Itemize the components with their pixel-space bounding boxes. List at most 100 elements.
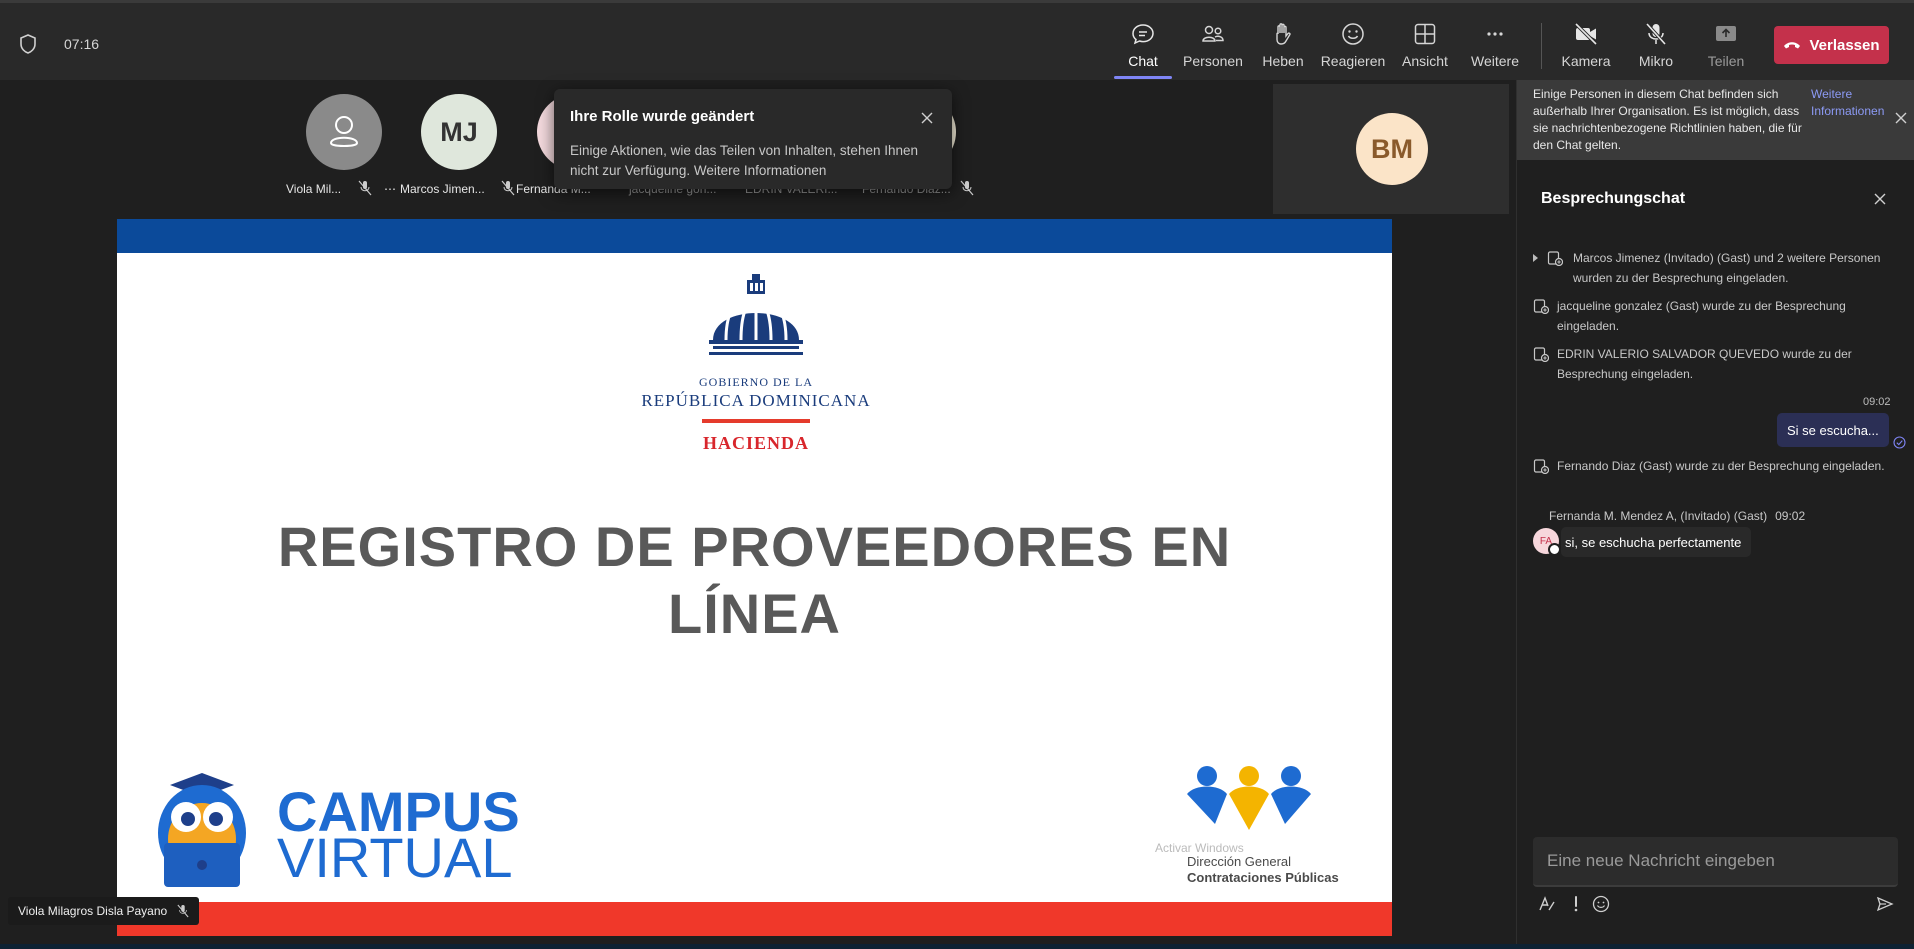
close-icon[interactable] <box>1895 112 1907 124</box>
gov-divider <box>702 419 810 423</box>
external-people-banner: Einige Personen in diesem Chat befinden … <box>1517 80 1914 160</box>
read-receipt-icon <box>1893 436 1906 449</box>
system-message-text: EDRIN VALERIO SALVADOR QUEVEDO wurde zu … <box>1557 347 1852 381</box>
system-message: Fernando Diaz (Gast) wurde zu der Bespre… <box>1533 456 1893 476</box>
chat-button[interactable]: Chat <box>1108 17 1178 79</box>
system-message: jacqueline gonzalez (Gast) wurde zu der … <box>1533 296 1893 336</box>
meeting-toolbar: 07:16 Chat Personen Heben Reagieren Ansi… <box>0 0 1914 80</box>
gov-line-2: REPÚBLICA DOMINICANA <box>641 391 871 410</box>
owl-mascot-icon <box>158 773 246 887</box>
message-meta: Fernanda M. Mendez A, (Invitado) (Gast) 0… <box>1549 509 1805 523</box>
expand-caret-icon[interactable] <box>1533 254 1538 262</box>
react-label: Reagieren <box>1320 53 1386 69</box>
dgcp-logo-text: Dirección General Contrataciones Pública… <box>1187 854 1339 886</box>
mic-button[interactable]: Mikro <box>1621 17 1691 77</box>
message-timestamp: 09:02 <box>1863 396 1891 408</box>
message-compose-input[interactable]: Eine neue Nachricht eingeben <box>1533 837 1898 887</box>
avatar[interactable]: FA <box>1533 528 1561 556</box>
campus-line-2: VIRTUAL <box>277 826 513 889</box>
meeting-chat-panel: Einige Personen in diesem Chat befinden … <box>1516 80 1914 949</box>
shared-presentation: GOBIERNO DE LA REPÚBLICA DOMINICANA HACI… <box>117 219 1392 936</box>
system-message: EDRIN VALERIO SALVADOR QUEVEDO wurde zu … <box>1533 344 1893 384</box>
emoji-icon[interactable] <box>1591 894 1611 914</box>
dgcp-line-1: Dirección General <box>1187 854 1292 869</box>
windows-activation-watermark: Activar Windows <box>1155 841 1244 855</box>
grid-view-icon <box>1414 23 1436 45</box>
presenter-name-label: Viola Milagros Disla Payano <box>8 897 200 925</box>
capitol-dome-icon <box>709 274 803 355</box>
more-button[interactable]: Weitere <box>1460 17 1530 77</box>
people-icon <box>1202 25 1224 42</box>
compose-placeholder: Eine neue Nachricht eingeben <box>1547 851 1775 870</box>
os-taskbar-strip <box>0 944 1914 949</box>
participant-avatar[interactable]: MJ <box>421 94 497 170</box>
self-video-tile[interactable]: BM <box>1273 84 1509 214</box>
role-changed-notification: Ihre Rolle wurde geändert Einige Aktione… <box>554 89 952 189</box>
notification-title: Ihre Rolle wurde geändert <box>570 108 755 125</box>
presenter-name: Viola Milagros Disla Payano <box>18 904 168 918</box>
government-logo: GOBIERNO DE LA REPÚBLICA DOMINICANA HACI… <box>637 274 875 454</box>
message-text: si, se eschucha perfectamente <box>1565 534 1742 550</box>
system-message[interactable]: Marcos Jimenez (Invitado) (Gast) und 2 w… <box>1533 248 1893 288</box>
slide-top-band <box>117 219 1392 253</box>
mic-off-icon <box>358 180 372 196</box>
people-button[interactable]: Personen <box>1178 17 1248 77</box>
camera-label: Kamera <box>1561 53 1611 69</box>
raise-hand-button[interactable]: Heben <box>1248 17 1318 77</box>
self-initials: BM <box>1371 133 1413 164</box>
add-person-icon <box>1533 299 1549 314</box>
send-icon[interactable] <box>1875 894 1895 914</box>
share-label: Teilen <box>1707 53 1745 69</box>
toolbar-divider <box>1541 23 1542 69</box>
mic-off-icon <box>177 904 189 918</box>
mic-label: Mikro <box>1638 53 1674 69</box>
more-icon <box>1487 32 1503 36</box>
people-label: Personen <box>1183 53 1243 69</box>
chat-title: Besprechungschat <box>1541 190 1686 207</box>
dgcp-logo-icon <box>1187 766 1311 830</box>
leave-label: Verlassen <box>1809 36 1880 54</box>
smiley-icon <box>1342 23 1364 45</box>
react-button[interactable]: Reagieren <box>1318 17 1388 77</box>
participant-more-dots[interactable]: ⋯ <box>384 182 396 196</box>
meeting-timer: 07:16 <box>64 36 100 52</box>
banner-text: Einige Personen in diesem Chat befinden … <box>1533 87 1802 152</box>
system-message-text: jacqueline gonzalez (Gast) wurde zu der … <box>1557 299 1846 333</box>
chat-label: Chat <box>1128 53 1158 69</box>
participant-avatar[interactable] <box>306 94 382 170</box>
important-icon[interactable] <box>1566 894 1586 914</box>
shield-icon <box>20 34 36 54</box>
add-person-icon <box>1533 347 1549 362</box>
add-person-icon <box>1547 251 1563 266</box>
banner-more-info-link[interactable]: Weitere Informationen <box>1811 86 1893 120</box>
campus-virtual-logo: CAMPUS VIRTUAL <box>277 784 520 889</box>
share-button[interactable]: Teilen <box>1691 17 1761 77</box>
self-avatar: BM <box>1356 113 1428 185</box>
participant-initials: MJ <box>440 116 478 147</box>
chat-icon <box>1132 24 1154 45</box>
close-icon[interactable] <box>920 111 934 125</box>
more-label: Weitere <box>1471 53 1519 69</box>
mic-off-icon <box>960 180 974 196</box>
slide-title: REGISTRO DE PROVEEDORES EN LÍNEA <box>277 515 1232 645</box>
view-button[interactable]: Ansicht <box>1390 17 1460 77</box>
close-icon[interactable] <box>1873 192 1887 206</box>
dgcp-line-2: Contrataciones Públicas <box>1187 870 1339 885</box>
notification-text: Einige Aktionen, wie das Teilen von Inha… <box>570 143 919 178</box>
raise-hand-icon <box>1276 23 1291 45</box>
leave-button[interactable]: Verlassen <box>1774 26 1889 64</box>
system-message-text: Fernando Diaz (Gast) wurde zu der Bespre… <box>1557 459 1885 473</box>
my-message-bubble[interactable]: Si se escucha... <box>1777 413 1889 447</box>
view-label: Ansicht <box>1402 53 1448 69</box>
add-person-icon <box>1533 459 1549 474</box>
mic-off-icon <box>1645 22 1667 46</box>
participant-name: Viola Mil... <box>286 182 342 196</box>
mic-off-icon <box>501 180 515 196</box>
avatar-initials: FA <box>1539 535 1553 547</box>
other-message-bubble[interactable]: si, se eschucha perfectamente <box>1561 527 1752 557</box>
message-text: Si se escucha... <box>1787 422 1879 438</box>
system-message-text: Marcos Jimenez (Invitado) (Gast) und 2 w… <box>1573 251 1881 285</box>
share-icon <box>1716 26 1736 41</box>
camera-button[interactable]: Kamera <box>1551 17 1621 77</box>
format-icon[interactable] <box>1537 894 1557 914</box>
